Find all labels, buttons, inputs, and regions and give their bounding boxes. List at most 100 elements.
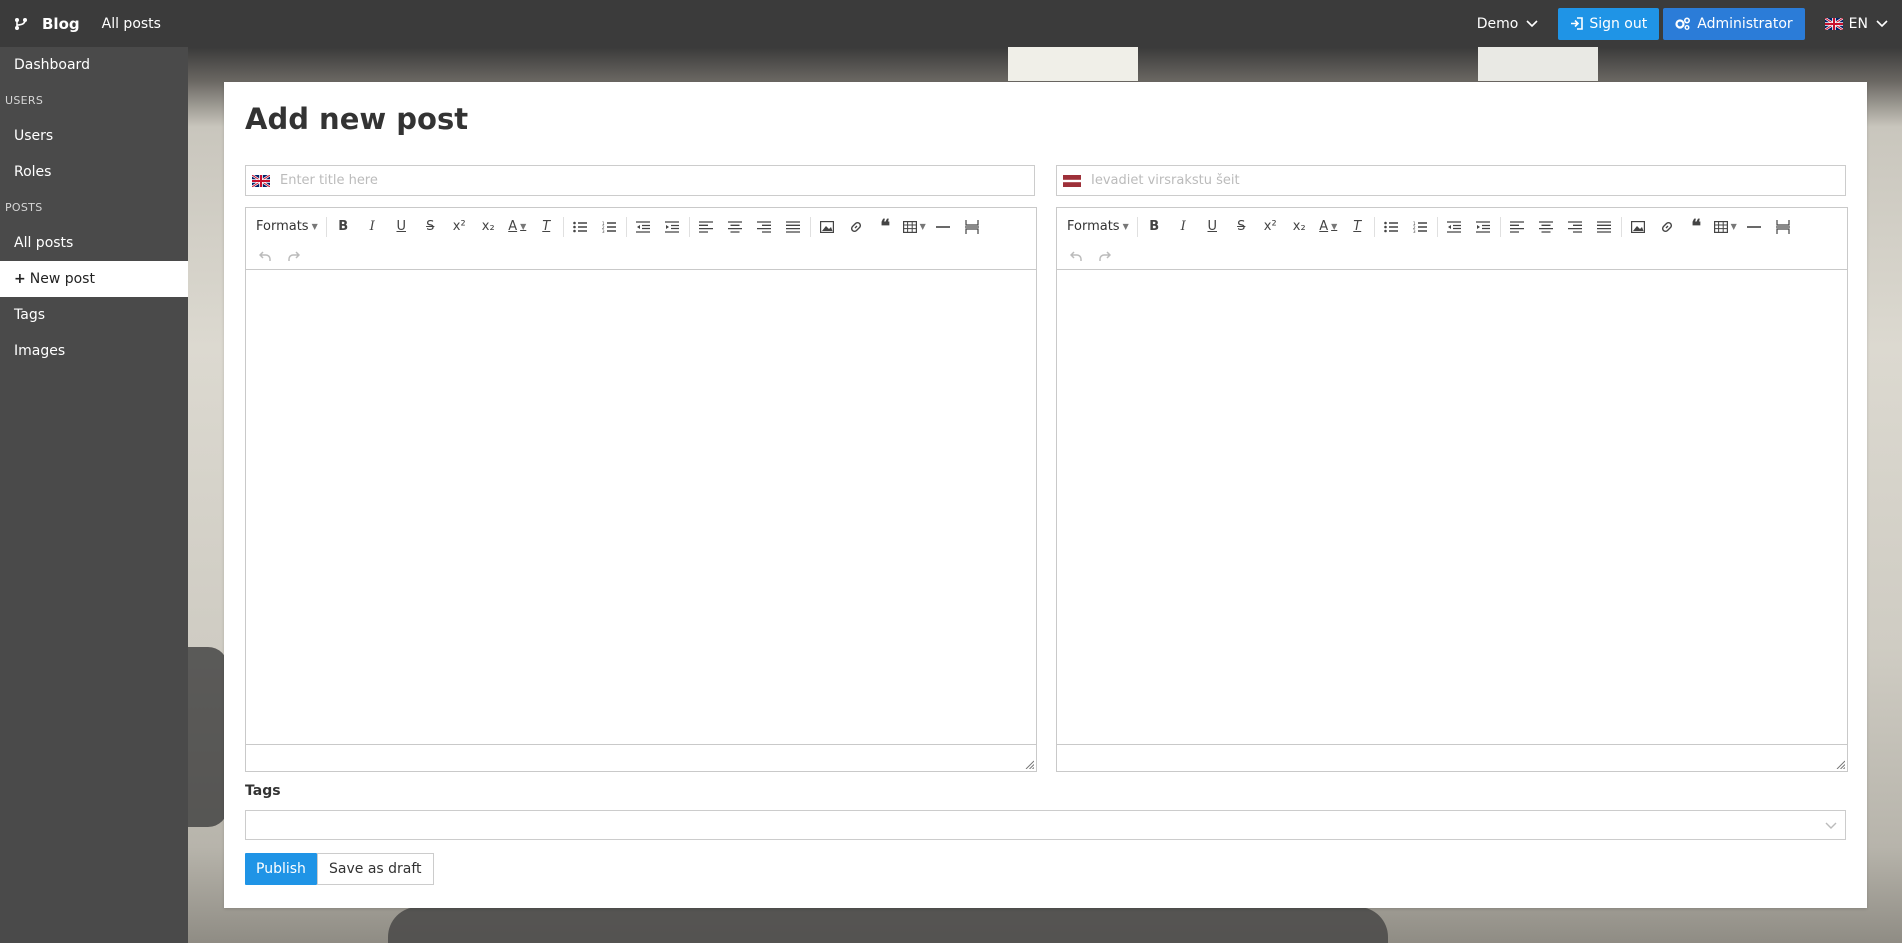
superscript-icon[interactable]: x² bbox=[445, 214, 474, 240]
bold-icon[interactable]: B bbox=[1140, 214, 1169, 240]
superscript-icon[interactable]: x² bbox=[1256, 214, 1285, 240]
sidebar-item-new-post[interactable]: + New post bbox=[0, 261, 188, 297]
horizontal-rule-icon[interactable] bbox=[1740, 214, 1769, 240]
post-editor-card: Add new post Formats▼ B I U S x² x₂ A▼ T bbox=[224, 82, 1867, 908]
demo-dropdown[interactable]: Demo bbox=[1477, 16, 1539, 32]
indent-icon[interactable] bbox=[658, 214, 687, 240]
photo-whiteboard bbox=[1008, 47, 1138, 81]
svg-text:3: 3 bbox=[602, 229, 605, 233]
align-center-icon[interactable] bbox=[1532, 214, 1561, 240]
caret-down-icon: ▼ bbox=[1122, 222, 1129, 231]
publish-button[interactable]: Publish bbox=[245, 853, 317, 885]
sign-out-button[interactable]: Sign out bbox=[1558, 7, 1660, 40]
uk-flag-icon bbox=[1824, 17, 1843, 30]
editor-statusbar bbox=[1057, 744, 1847, 771]
resize-handle-icon[interactable] bbox=[1836, 760, 1845, 769]
align-center-icon[interactable] bbox=[721, 214, 750, 240]
undo-icon[interactable] bbox=[1061, 243, 1090, 269]
editor-content-area[interactable] bbox=[246, 270, 1036, 744]
sidebar-item-users[interactable]: Users bbox=[0, 118, 188, 154]
brand-name[interactable]: Blog bbox=[42, 15, 80, 33]
clear-formatting-icon[interactable]: T bbox=[532, 214, 561, 240]
sign-out-label: Sign out bbox=[1589, 15, 1648, 32]
resize-handle-icon[interactable] bbox=[1025, 760, 1034, 769]
title-input-en[interactable] bbox=[280, 166, 1034, 195]
sidebar-item-images[interactable]: Images bbox=[0, 333, 188, 369]
align-justify-icon[interactable] bbox=[1590, 214, 1619, 240]
image-icon[interactable] bbox=[1624, 214, 1653, 240]
subscript-icon[interactable]: x₂ bbox=[1285, 214, 1314, 240]
text-color-icon[interactable]: A ▼ bbox=[503, 214, 532, 240]
redo-icon[interactable] bbox=[1090, 243, 1119, 269]
language-dropdown[interactable]: EN bbox=[1824, 16, 1888, 32]
sidebar-item-tags[interactable]: Tags bbox=[0, 297, 188, 333]
title-input-lv[interactable] bbox=[1091, 166, 1845, 195]
toolbar-separator bbox=[1136, 216, 1138, 237]
text-color-icon[interactable]: A ▼ bbox=[1314, 214, 1343, 240]
formats-label: Formats bbox=[1067, 219, 1120, 234]
strikethrough-icon[interactable]: S bbox=[416, 214, 445, 240]
top-navbar: Blog All posts Demo Sign out Administrat… bbox=[0, 0, 1902, 47]
nav-all-posts[interactable]: All posts bbox=[102, 16, 161, 32]
table-icon[interactable]: ▼ bbox=[900, 214, 929, 240]
sign-in-icon bbox=[1571, 17, 1584, 30]
bullet-list-icon[interactable] bbox=[1377, 214, 1406, 240]
strikethrough-icon[interactable]: S bbox=[1227, 214, 1256, 240]
align-left-icon[interactable] bbox=[1503, 214, 1532, 240]
underline-icon[interactable]: U bbox=[1198, 214, 1227, 240]
italic-icon[interactable]: I bbox=[1169, 214, 1198, 240]
redo-icon[interactable] bbox=[279, 243, 308, 269]
formats-dropdown[interactable]: Formats ▼ bbox=[250, 214, 324, 240]
bold-icon[interactable]: B bbox=[329, 214, 358, 240]
link-icon[interactable] bbox=[1653, 214, 1682, 240]
latvia-flag-icon bbox=[1063, 174, 1081, 187]
horizontal-rule-icon[interactable] bbox=[929, 214, 958, 240]
subscript-icon[interactable]: x₂ bbox=[474, 214, 503, 240]
page-break-icon[interactable] bbox=[958, 214, 987, 240]
link-icon[interactable] bbox=[842, 214, 871, 240]
align-left-icon[interactable] bbox=[692, 214, 721, 240]
toolbar-separator bbox=[688, 216, 690, 237]
tags-select[interactable] bbox=[245, 810, 1846, 840]
administrator-button[interactable]: Administrator bbox=[1663, 7, 1805, 40]
sidebar-item-all-posts[interactable]: All posts bbox=[0, 225, 188, 261]
photo-shadow bbox=[188, 647, 228, 827]
align-right-icon[interactable] bbox=[1561, 214, 1590, 240]
align-justify-icon[interactable] bbox=[779, 214, 808, 240]
title-field-lv[interactable] bbox=[1056, 165, 1846, 196]
editor-content-area[interactable] bbox=[1057, 270, 1847, 744]
title-field-en[interactable] bbox=[245, 165, 1035, 196]
blockquote-icon[interactable]: ❝ bbox=[871, 214, 900, 240]
save-draft-button[interactable]: Save as draft bbox=[317, 853, 434, 885]
indent-icon[interactable] bbox=[1469, 214, 1498, 240]
page-break-icon[interactable] bbox=[1769, 214, 1798, 240]
blockquote-icon[interactable]: ❝ bbox=[1682, 214, 1711, 240]
clear-formatting-icon[interactable]: T bbox=[1343, 214, 1372, 240]
editor-toolbar: Formats ▼ B I U S x² x₂ A ▼ T 123 ❝ ▼ bbox=[246, 208, 1036, 270]
numbered-list-icon[interactable]: 123 bbox=[1406, 214, 1435, 240]
outdent-icon[interactable] bbox=[1440, 214, 1469, 240]
toolbar-separator bbox=[809, 216, 811, 237]
align-right-icon[interactable] bbox=[750, 214, 779, 240]
outdent-icon[interactable] bbox=[629, 214, 658, 240]
numbered-list-icon[interactable]: 123 bbox=[595, 214, 624, 240]
rich-text-editor-lv: Formats ▼ B I U S x² x₂ A ▼ T 123 ❝ ▼ bbox=[1056, 207, 1848, 772]
tags-label: Tags bbox=[245, 783, 281, 799]
caret-down-icon: ▼ bbox=[919, 222, 926, 231]
bullet-list-icon[interactable] bbox=[566, 214, 595, 240]
italic-icon[interactable]: I bbox=[358, 214, 387, 240]
sidebar: Dashboard USERS Users Roles POSTS All po… bbox=[0, 47, 188, 943]
sidebar-section-posts: POSTS bbox=[5, 201, 43, 214]
table-icon[interactable]: ▼ bbox=[1711, 214, 1740, 240]
undo-icon[interactable] bbox=[250, 243, 279, 269]
sidebar-item-dashboard[interactable]: Dashboard bbox=[0, 47, 188, 83]
formats-dropdown[interactable]: Formats ▼ bbox=[1061, 214, 1135, 240]
toolbar-separator bbox=[625, 216, 627, 237]
gears-icon bbox=[1675, 17, 1691, 30]
brand-logo-icon[interactable] bbox=[6, 0, 36, 47]
sidebar-item-roles[interactable]: Roles bbox=[0, 154, 188, 190]
chevron-down-icon bbox=[1876, 19, 1888, 27]
underline-icon[interactable]: U bbox=[387, 214, 416, 240]
sidebar-item-new-post-label: New post bbox=[29, 271, 95, 287]
image-icon[interactable] bbox=[813, 214, 842, 240]
